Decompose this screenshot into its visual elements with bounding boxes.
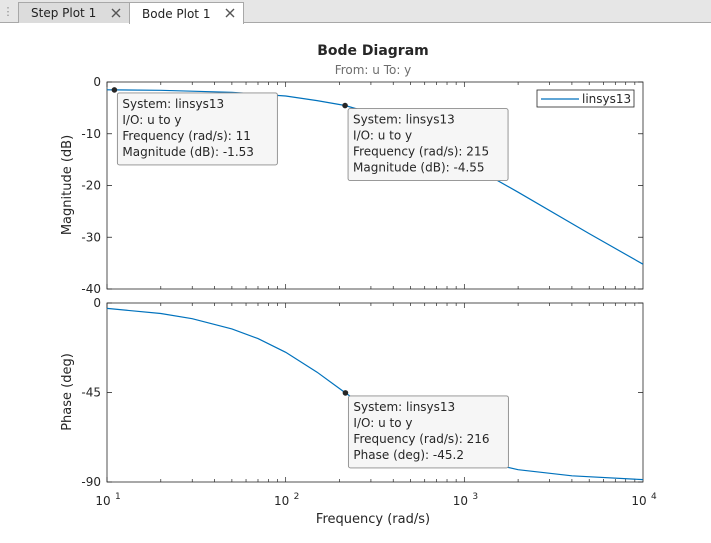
datatip-line: System: linsys13 <box>353 400 455 414</box>
y-tick-label: -30 <box>81 230 101 244</box>
phase-axis-label: Phase (deg) <box>60 353 75 431</box>
figure-area: Bode Diagram From: u To: y Frequency (ra… <box>0 23 711 543</box>
x-tick-label: 10 <box>274 494 289 508</box>
y-tick-label: -90 <box>81 475 101 489</box>
legend-entry: linsys13 <box>582 92 631 106</box>
datatip-line: Phase (deg): -45.2 <box>353 448 464 462</box>
tab-step-plot-1[interactable]: Step Plot 1 <box>18 2 130 23</box>
y-tick-label: 0 <box>93 296 101 310</box>
y-tick-label: 0 <box>93 75 101 89</box>
datatip-marker <box>111 87 118 93</box>
datatip-marker <box>342 102 348 109</box>
tab-bar: ⋮ Step Plot 1 Bode Plot 1 <box>0 0 711 24</box>
plot-title: Bode Diagram <box>317 43 429 59</box>
x-tick-exponent: 2 <box>294 492 300 502</box>
datatip-line: Magnitude (dB): -4.55 <box>353 161 485 175</box>
bode-diagram: Bode Diagram From: u To: y Frequency (ra… <box>60 43 657 527</box>
tab-label: Bode Plot 1 <box>142 6 211 21</box>
datatip-line: System: linsys13 <box>122 97 224 111</box>
x-tick-label: 10 <box>453 494 468 508</box>
tab-grip-icon[interactable]: ⋮ <box>2 3 14 21</box>
datatip-line: I/O: u to y <box>353 416 412 430</box>
tab-bode-plot-1[interactable]: Bode Plot 1 <box>129 2 244 24</box>
x-tick-exponent: 1 <box>115 492 121 502</box>
datatip-line: Frequency (rad/s): 216 <box>353 432 489 446</box>
datatip-marker <box>342 390 349 396</box>
datatip-line: Magnitude (dB): -1.53 <box>122 145 254 159</box>
y-tick-label: -40 <box>81 282 101 296</box>
x-tick-label: 10 <box>631 494 646 508</box>
plot-subtitle: From: u To: y <box>335 63 412 77</box>
x-tick-exponent: 4 <box>651 492 657 502</box>
datatip-line: Frequency (rad/s): 11 <box>122 129 251 143</box>
tab-label: Step Plot 1 <box>31 6 97 20</box>
x-axis-label: Frequency (rad/s) <box>316 512 430 527</box>
y-tick-label: -10 <box>81 127 101 141</box>
magnitude-axis-label: Magnitude (dB) <box>60 135 75 235</box>
legend: linsys13 <box>536 89 635 108</box>
y-tick-label: -20 <box>81 179 101 193</box>
datatip-line: I/O: u to y <box>353 129 412 143</box>
x-tick-exponent: 3 <box>472 492 478 502</box>
datatip-line: System: linsys13 <box>353 113 455 127</box>
datatip-line: I/O: u to y <box>122 113 181 127</box>
x-tick-label: 10 <box>95 494 110 508</box>
datatip-line: Frequency (rad/s): 215 <box>353 145 489 159</box>
close-icon[interactable] <box>109 6 123 20</box>
close-icon[interactable] <box>223 6 237 20</box>
y-tick-label: -45 <box>81 386 101 400</box>
